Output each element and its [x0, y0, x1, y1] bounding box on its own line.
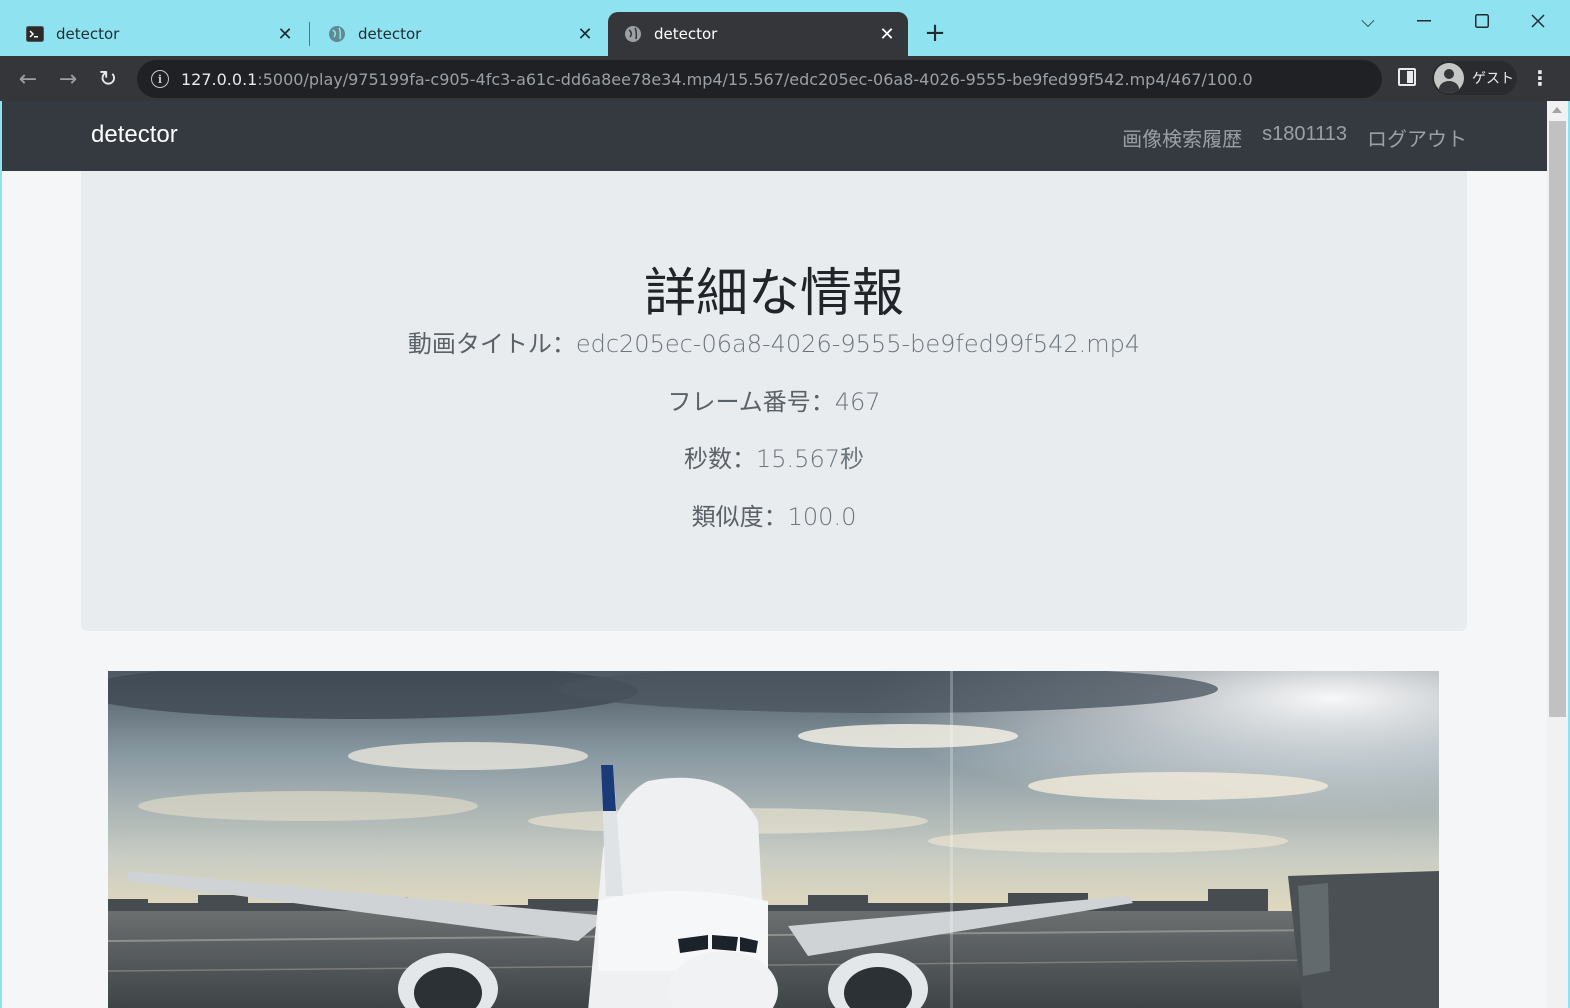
frame-number-value: 467	[834, 388, 881, 416]
forward-arrow-icon[interactable]: →	[52, 63, 84, 95]
video-title-label: 動画タイトル：	[407, 330, 576, 358]
close-window-button[interactable]	[1518, 8, 1558, 34]
kebab-menu-icon[interactable]: ⋮	[1528, 66, 1552, 90]
close-icon[interactable]: ✕	[574, 23, 596, 45]
tab-1-title: detector	[56, 25, 120, 43]
site-navbar: detector 画像検索履歴 s1801113 ログアウト	[2, 101, 1547, 171]
seconds-value: 15.567秒	[756, 445, 864, 473]
similarity-value: 100.0	[787, 503, 857, 531]
tab-2[interactable]: detector ✕	[302, 12, 606, 56]
url-text[interactable]: 127.0.0.1:5000/play/975199fa-c905-4fc3-a…	[181, 70, 1253, 89]
seconds-line: 秒数：15.567秒	[81, 439, 1467, 474]
site-info-icon[interactable]: i	[151, 70, 169, 88]
new-tab-button[interactable]: +	[920, 18, 950, 48]
video-title-line: 動画タイトル：edc205ec-06a8-4026-9555-be9fed99f…	[81, 324, 1467, 359]
reload-icon[interactable]: ↻	[92, 63, 124, 95]
vertical-scrollbar[interactable]	[1547, 101, 1568, 1008]
tab-search-icon[interactable]: ⌵	[1348, 8, 1388, 34]
seconds-label: 秒数：	[684, 445, 756, 473]
detail-panel: 詳細な情報 動画タイトル：edc205ec-06a8-4026-9555-be9…	[81, 171, 1467, 631]
url-path: :5000/play/975199fa-c905-4fc3-a61c-dd6a8…	[257, 69, 1253, 89]
airplane-frame-illustration	[108, 671, 1439, 1008]
nav-link-search-history[interactable]: 画像検索履歴	[1122, 123, 1242, 152]
video-title-value: edc205ec-06a8-4026-9555-be9fed99f542.mp4	[575, 330, 1141, 358]
minimize-button[interactable]	[1404, 8, 1444, 34]
scroll-up-arrow-icon[interactable]	[1552, 107, 1562, 113]
profile-label: ゲスト	[1472, 71, 1514, 87]
address-bar[interactable]: i 127.0.0.1:5000/play/975199fa-c905-4fc3…	[137, 60, 1382, 98]
page-viewport: detector 画像検索履歴 s1801113 ログアウト 詳細な情報 動画タ…	[2, 101, 1547, 1008]
tab-2-title: detector	[358, 25, 422, 43]
video-frame-image	[108, 671, 1439, 1008]
avatar-icon	[1434, 63, 1464, 93]
page-title: 詳細な情報	[643, 264, 904, 324]
side-panel-icon[interactable]	[1398, 68, 1416, 86]
tab-3-active[interactable]: detector ✕	[608, 12, 908, 56]
browser-window: detector ✕ detector ✕ detector ✕ + ⌵ ← →…	[0, 0, 1570, 1008]
close-icon[interactable]: ✕	[876, 23, 898, 45]
tab-1[interactable]: detector ✕	[0, 12, 306, 56]
frame-number-label: フレーム番号：	[667, 388, 835, 416]
tab-3-title: detector	[654, 25, 718, 43]
globe-icon	[328, 25, 346, 43]
url-host: 127.0.0.1	[181, 69, 258, 89]
frame-number-line: フレーム番号：467	[81, 382, 1467, 417]
navbar-links: 画像検索履歴 s1801113 ログアウト	[1122, 123, 1467, 152]
brand-link[interactable]: detector	[91, 121, 178, 149]
similarity-label: 類似度：	[691, 503, 788, 531]
scrollbar-thumb[interactable]	[1549, 121, 1566, 717]
nav-link-logout[interactable]: ログアウト	[1367, 123, 1467, 152]
similarity-line: 類似度：100.0	[81, 497, 1467, 532]
terminal-icon	[26, 25, 44, 43]
nav-link-username[interactable]: s1801113	[1262, 123, 1347, 152]
close-icon[interactable]: ✕	[274, 23, 296, 45]
profile-button[interactable]: ゲスト	[1432, 61, 1517, 95]
back-arrow-icon[interactable]: ←	[12, 63, 44, 95]
tab-strip: detector ✕ detector ✕ detector ✕ + ⌵	[0, 0, 1570, 56]
maximize-button[interactable]	[1462, 8, 1502, 34]
globe-icon	[624, 25, 642, 43]
browser-toolbar: ← → ↻ i 127.0.0.1:5000/play/975199fa-c90…	[0, 56, 1570, 101]
